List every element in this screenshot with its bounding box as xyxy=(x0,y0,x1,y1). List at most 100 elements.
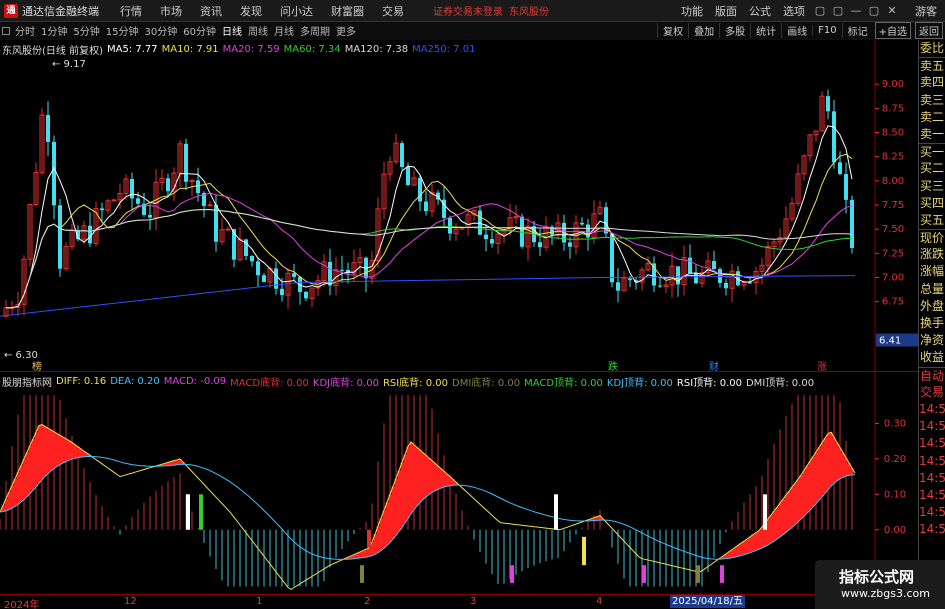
period-15min[interactable]: 15分钟 xyxy=(103,23,142,38)
y-tick-label: 7.75 xyxy=(882,200,904,211)
candle-body xyxy=(196,180,200,194)
mark-button[interactable]: 标记 xyxy=(841,23,873,38)
menu-market[interactable]: 市场 xyxy=(151,3,191,19)
quote-field-label: 买二 xyxy=(919,161,944,176)
candle-body xyxy=(256,261,260,276)
candle-body xyxy=(616,282,620,291)
period-intraday[interactable]: 分时 xyxy=(12,23,38,38)
menu-ask[interactable]: 问小达 xyxy=(271,3,322,19)
stats-button[interactable]: 统计 xyxy=(750,23,781,38)
quote-field-label: 收益 xyxy=(919,350,944,365)
adjust-button[interactable]: 复权 xyxy=(657,23,688,38)
period-more[interactable]: 更多 xyxy=(333,23,359,38)
quote-field-label[interactable]: 14:56 xyxy=(919,470,945,487)
watermark-url: www.zbgs3.com xyxy=(841,587,930,600)
candle-body xyxy=(166,178,170,192)
period-1min[interactable]: 1分钟 xyxy=(38,23,70,38)
indicator-name[interactable]: 股朋指标网 xyxy=(2,374,52,389)
menu-news[interactable]: 资讯 xyxy=(191,3,231,19)
quote-side-panel: 委比 卖五 卖四 卖三 卖二 卖一 买一 买二 买三 买四 买五 现价 涨跌 涨幅 总量 外盘 换手 净资 收益 自动… xyxy=(918,40,945,609)
date-label: 4 xyxy=(596,596,603,607)
candle-body xyxy=(538,242,542,248)
candle-body xyxy=(400,143,404,167)
quote-field-label[interactable]: 14:56 xyxy=(919,487,945,504)
candle-body xyxy=(568,242,572,247)
guest-user[interactable]: 游客 xyxy=(901,3,945,19)
candle-body xyxy=(520,216,524,247)
quote-field-label[interactable]: 14:56 xyxy=(919,504,945,521)
ma-legend: 东风股份(日线 前复权) MA5: 7.77 MA10: 7.91 MA20: … xyxy=(2,42,479,57)
candle-body xyxy=(484,234,488,240)
menu-layout[interactable]: 版面 xyxy=(709,3,743,19)
candle-body xyxy=(748,282,752,284)
candle-body xyxy=(340,269,344,271)
period-5min[interactable]: 5分钟 xyxy=(70,23,102,38)
macd-bottom-div-label: MACD底背: 0.00 xyxy=(230,377,309,389)
back-button[interactable]: 返回 xyxy=(915,22,943,39)
menu-formula[interactable]: 公式 xyxy=(743,3,777,19)
candle-body xyxy=(580,222,584,225)
draw-line-button[interactable]: 画线 xyxy=(781,23,812,38)
period-30min[interactable]: 30分钟 xyxy=(141,23,180,38)
period-daily[interactable]: 日线 xyxy=(219,23,245,38)
quote-field-label[interactable]: 14:56 xyxy=(919,453,945,470)
y-tick-label: 0.00 xyxy=(884,525,906,536)
period-monthly[interactable]: 月线 xyxy=(271,23,297,38)
divergence-signal xyxy=(199,494,203,530)
candle-body xyxy=(850,199,854,249)
date-label: 3 xyxy=(470,596,477,607)
add-watchlist-button[interactable]: +自选 xyxy=(874,22,911,39)
candle-body xyxy=(628,278,632,281)
menu-options[interactable]: 选项 xyxy=(777,3,811,19)
quote-field-label[interactable]: 14:56 xyxy=(919,521,945,538)
menu-trade[interactable]: 交易 xyxy=(373,3,413,19)
tile-icon[interactable]: ▢ xyxy=(829,4,847,17)
kline-canvas[interactable]: 9.00 8.75 8.50 8.25 8.00 7.75 7.50 7.25 7.00 6.75… xyxy=(0,40,918,372)
quote-field-label: 买五 xyxy=(919,212,944,227)
ma60-label: MA60: 7.34 xyxy=(283,43,341,55)
layout-icon[interactable] xyxy=(2,26,10,35)
candle-body xyxy=(826,96,830,112)
multi-stock-button[interactable]: 多股 xyxy=(719,23,750,38)
candle-body xyxy=(58,205,62,269)
restore-icon[interactable]: ▢ xyxy=(811,4,829,17)
watermark-title: 指标公式网 xyxy=(839,568,915,586)
dmi-bottom-div-label: DMI底背: 0.00 xyxy=(452,377,521,389)
kline-chart[interactable]: 9.00 8.75 8.50 8.25 8.00 7.75 7.50 7.25 7.00 6.75… xyxy=(0,40,918,372)
menu-wealth[interactable]: 财富圈 xyxy=(322,3,373,19)
f10-button[interactable]: F10 xyxy=(812,25,841,36)
ma5-label: MA5: 7.77 xyxy=(106,43,158,55)
quote-field-label: 涨跌 xyxy=(919,247,944,262)
overlay-button[interactable]: 叠加 xyxy=(688,23,719,38)
ma20-label: MA20: 7.59 xyxy=(222,43,280,55)
menu-function[interactable]: 功能 xyxy=(675,3,709,19)
maximize-icon[interactable]: ▢ xyxy=(865,4,883,17)
candle-body xyxy=(658,285,662,287)
quote-field-label[interactable]: 14:56 xyxy=(919,435,945,452)
candle-body xyxy=(292,273,296,277)
date-cursor-label: 2025/04/18/五 xyxy=(670,595,746,608)
date-label: 2024年 xyxy=(4,600,40,609)
indicator-chart[interactable]: 0.300.200.100.00-0.10 股朋指标网 DIFF: 0.16 D… xyxy=(0,372,918,594)
quote-field-label: 委比 xyxy=(919,41,944,55)
quote-field-label[interactable]: 14:56 xyxy=(919,418,945,435)
candle-body xyxy=(280,288,284,296)
y-tick-label: 0.10 xyxy=(884,489,906,500)
period-60min[interactable]: 60分钟 xyxy=(180,23,219,38)
indicator-canvas[interactable]: 0.300.200.100.00-0.10 xyxy=(0,372,918,594)
kdj-bottom-div-label: KDJ底背: 0.00 xyxy=(312,377,379,389)
candle-body xyxy=(225,228,231,231)
candle-body xyxy=(424,201,428,212)
period-multi[interactable]: 多周期 xyxy=(297,23,333,38)
candle-body xyxy=(694,273,698,284)
quote-field-label[interactable]: 14:56 xyxy=(919,401,945,418)
title-bar: 通 通达信金融终端 行情 市场 资讯 发现 问小达 财富圈 交易 证券交易未登录… xyxy=(0,0,945,22)
trade-login-status[interactable]: 证券交易未登录 xyxy=(433,3,503,18)
period-weekly[interactable]: 周线 xyxy=(245,23,271,38)
close-icon[interactable]: ✕ xyxy=(883,4,901,17)
quote-field-label[interactable]: 自动 xyxy=(919,366,945,384)
quote-field-label[interactable]: 交易 xyxy=(919,384,945,401)
minimize-icon[interactable]: — xyxy=(847,4,865,17)
menu-quotes[interactable]: 行情 xyxy=(111,3,151,19)
menu-discover[interactable]: 发现 xyxy=(231,3,271,19)
